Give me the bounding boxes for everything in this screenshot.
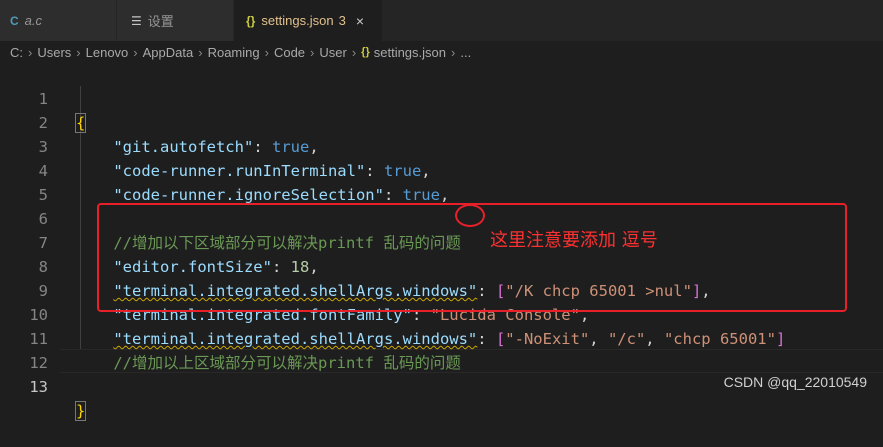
chevron-right-icon: › <box>76 44 81 60</box>
code-line: 3 "code-runner.runInTerminal": true, <box>0 111 883 180</box>
tab-settings-ui[interactable]: ☰ 设置 <box>117 0 233 41</box>
code-line: 4 "code-runner.ignoreSelection": true, <box>0 135 883 204</box>
chevron-right-icon: › <box>198 44 203 60</box>
code-line: 2 "git.autofetch": true, <box>0 87 883 156</box>
chevron-right-icon: › <box>351 44 357 60</box>
comma-highlight-circle <box>455 204 485 227</box>
breadcrumb-item[interactable]: Roaming <box>208 45 260 60</box>
tab-bar: C a.c ☰ 设置 {} settings.json 3 × <box>0 0 883 41</box>
chevron-right-icon: › <box>451 44 456 60</box>
chevron-right-icon: › <box>28 44 33 60</box>
code-line: 12 <box>0 327 883 372</box>
breadcrumb-item[interactable]: settings.json <box>374 45 446 60</box>
breadcrumb-item[interactable]: Lenovo <box>86 45 129 60</box>
c-file-icon: C <box>10 13 19 28</box>
breadcrumb: C: › Users › Lenovo › AppData › Roaming … <box>0 41 883 63</box>
json-braces-icon: {} <box>246 13 256 28</box>
line-number: 13 <box>29 378 48 396</box>
tab-label: settings.json <box>261 13 334 28</box>
annotation-note: 这里注意要添加 逗号 <box>490 230 658 251</box>
code-editor[interactable]: 1 { 2 "git.autofetch": true, 3 "code-run… <box>0 63 883 421</box>
problem-count-badge: 3 <box>338 13 346 28</box>
chevron-right-icon: › <box>133 44 138 60</box>
tab-settings-json[interactable]: {} settings.json 3 × <box>234 0 382 41</box>
watermark: CSDN @qq_22010549 <box>723 374 867 390</box>
chevron-right-icon: › <box>310 44 315 60</box>
close-icon[interactable]: × <box>356 13 364 29</box>
breadcrumb-item[interactable]: C: <box>10 45 23 60</box>
breadcrumb-item[interactable]: Users <box>37 45 71 60</box>
breadcrumb-item[interactable]: Code <box>274 45 305 60</box>
breadcrumb-item[interactable]: ... <box>460 45 471 60</box>
code-line: 1 { <box>0 63 883 133</box>
close-brace: } <box>74 401 87 421</box>
tab-a-c[interactable]: C a.c <box>0 0 116 41</box>
breadcrumb-item[interactable]: User <box>319 45 346 60</box>
tab-label: 设置 <box>147 14 174 29</box>
json-braces-icon: {} <box>361 46 370 58</box>
code-line: 5 <box>0 159 883 204</box>
tab-label: a.c <box>24 13 43 28</box>
chevron-right-icon: › <box>264 44 269 60</box>
settings-list-icon: ☰ <box>131 13 142 28</box>
breadcrumb-item[interactable]: AppData <box>143 45 194 60</box>
code-line: 13 } <box>0 351 883 421</box>
